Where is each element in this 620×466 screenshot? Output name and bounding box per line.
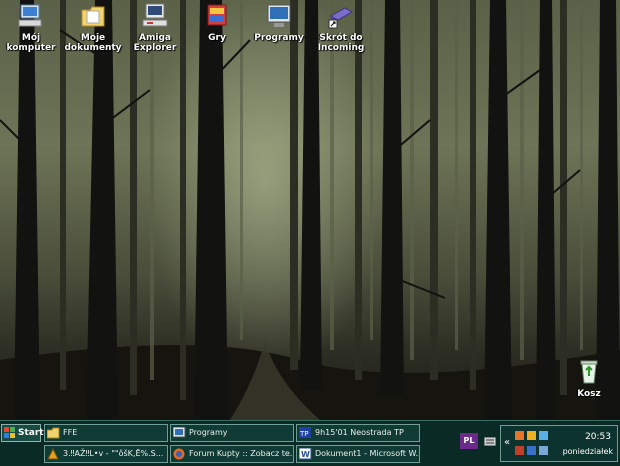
desktop-icon-games[interactable]: Gry bbox=[186, 2, 248, 43]
desktop-icon-label: Programy bbox=[254, 33, 304, 43]
connection-icon[interactable] bbox=[539, 431, 548, 440]
window-icon bbox=[172, 426, 186, 439]
shortcut-incoming-icon bbox=[325, 2, 357, 32]
language-indicator[interactable]: PL bbox=[460, 433, 478, 449]
clock-day: poniedziałek bbox=[562, 447, 613, 456]
taskbar-button-label: 9h15'01 Neostrada TP bbox=[315, 428, 404, 437]
desktop-icon-label: Mój komputer bbox=[6, 33, 56, 53]
forest-wallpaper bbox=[0, 0, 620, 420]
tp-icon: TP bbox=[299, 427, 312, 439]
taskbar: Start FFE Programy TP 9h15'01 Neostrada … bbox=[0, 420, 620, 466]
taskbar-button-app[interactable]: 3.‼AŽ‼L•v - ""ôšK‚Ē%.S... bbox=[44, 445, 168, 463]
input-keyboard-icon[interactable] bbox=[483, 436, 497, 447]
recycle-bin-icon bbox=[573, 358, 605, 388]
word-icon: W bbox=[298, 447, 312, 460]
taskbar-button-programs[interactable]: Programy bbox=[170, 424, 294, 442]
svg-text:TP: TP bbox=[299, 430, 309, 438]
start-label: Start bbox=[18, 428, 44, 438]
taskbar-button-label: Forum Kupty :: Zobacz te... bbox=[189, 449, 294, 458]
desktop-icon-shortcut-incoming[interactable]: Skrót do Incoming bbox=[310, 2, 372, 53]
my-documents-icon bbox=[77, 2, 109, 32]
desktop-icon-label: Moje bbox=[80, 33, 106, 43]
taskbar-button-label: Dokument1 - Microsoft W... bbox=[315, 449, 420, 458]
desktop-icon-label: Gry bbox=[208, 33, 226, 43]
taskbar-button-label: FFE bbox=[63, 428, 78, 437]
windows-logo-icon bbox=[4, 427, 16, 439]
desktop-icon-amiga-explorer[interactable]: Amiga Explorer bbox=[124, 2, 186, 53]
antivirus-icon[interactable] bbox=[527, 446, 536, 455]
folder-icon bbox=[46, 427, 60, 439]
volume-icon[interactable] bbox=[527, 431, 536, 440]
network-icon[interactable] bbox=[515, 431, 524, 440]
taskbar-button-word[interactable]: W Dokument1 - Microsoft W... bbox=[296, 445, 420, 463]
show-hidden-icons-chevron[interactable]: « bbox=[504, 437, 510, 448]
taskbar-button-forum[interactable]: Forum Kupty :: Zobacz te... bbox=[170, 445, 294, 463]
monitor-icon[interactable] bbox=[539, 446, 548, 455]
desktop-icon-label: Skrót do bbox=[319, 33, 363, 43]
desktop-icon-label: Incoming bbox=[317, 43, 365, 53]
firefox-icon bbox=[173, 448, 186, 460]
desktop-icon-my-documents[interactable]: Moje dokumenty bbox=[62, 2, 124, 53]
desktop-icon-my-computer[interactable]: Mój komputer bbox=[0, 2, 62, 53]
desktop-icon-programs[interactable]: Programy bbox=[248, 2, 310, 43]
desktop-icon-label: Explorer bbox=[133, 43, 177, 53]
games-folder-icon bbox=[201, 2, 233, 32]
svg-text:W: W bbox=[301, 450, 310, 459]
desktop-icon-label: Amiga bbox=[139, 33, 171, 43]
firewall-icon[interactable] bbox=[515, 446, 524, 455]
start-button[interactable]: Start bbox=[1, 424, 44, 442]
taskbar-button-label: 3.‼AŽ‼L•v - ""ôšK‚Ē%.S... bbox=[63, 449, 164, 458]
programs-icon bbox=[263, 2, 295, 32]
desktop-icon-label: dokumenty bbox=[64, 43, 122, 53]
taskbar-button-ffe[interactable]: FFE bbox=[44, 424, 168, 442]
desktop-icon-recycle-bin[interactable]: Kosz bbox=[558, 358, 620, 399]
taskbar-button-neostrada[interactable]: TP 9h15'01 Neostrada TP bbox=[296, 424, 420, 442]
desktop-icon-label: Kosz bbox=[577, 389, 601, 399]
app-icon bbox=[47, 447, 60, 460]
system-tray: « 20:53 poniedziałek bbox=[500, 425, 618, 462]
amiga-explorer-icon bbox=[139, 2, 171, 32]
my-computer-icon bbox=[15, 2, 47, 32]
clock-time[interactable]: 20:53 bbox=[585, 432, 611, 442]
taskbar-button-label: Programy bbox=[189, 428, 228, 437]
desktop-background: Mój komputer Moje dokumenty Amiga Explor… bbox=[0, 0, 620, 420]
